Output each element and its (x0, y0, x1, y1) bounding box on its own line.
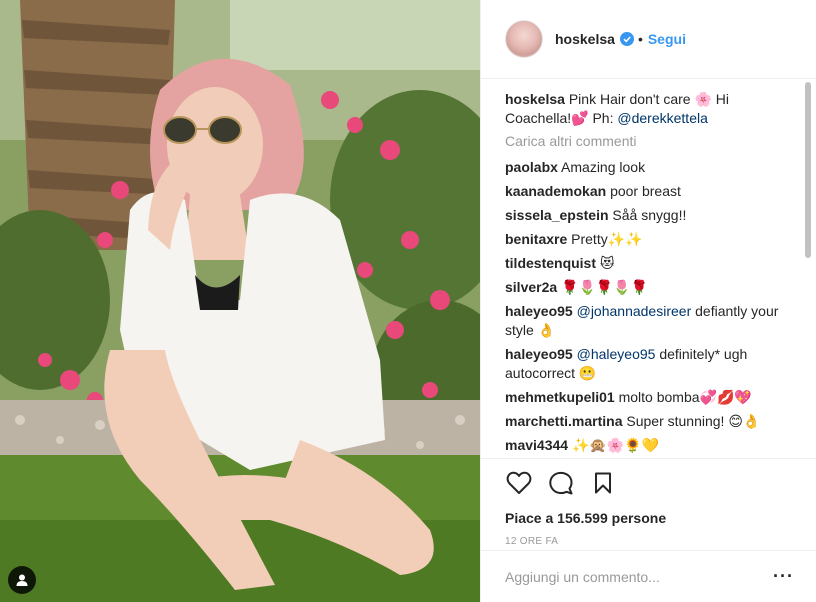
comment-username[interactable]: marchetti.martina (505, 413, 622, 429)
author-username[interactable]: hoskelsa (555, 31, 615, 47)
more-options-button[interactable]: ··· (773, 566, 793, 587)
load-more-comments-link[interactable]: Carica altri commenti (505, 133, 793, 149)
post-timestamp[interactable]: 12 ORE FA (505, 536, 793, 547)
comment-item: haleyeo95 @johannadesireer defiantly you… (505, 302, 793, 340)
like-button[interactable] (505, 469, 533, 497)
comment-username[interactable]: haleyeo95 (505, 303, 573, 319)
caption: hoskelsa Pink Hair don't care 🌸 Hi Coach… (505, 90, 793, 128)
save-button[interactable] (589, 469, 617, 497)
comment-username[interactable]: tildestenquist (505, 255, 596, 271)
comment-username[interactable]: sissela_epstein (505, 207, 609, 223)
comment-mention[interactable]: @johannadesireer (577, 303, 692, 319)
comment-text: Såå snygg!! (612, 207, 687, 223)
comment-item: marchetti.martina Super stunning! 😊👌 (505, 412, 793, 431)
comment-username[interactable]: mehmetkupeli01 (505, 389, 615, 405)
comment-button[interactable] (547, 469, 575, 497)
comment-item: sissela_epstein Såå snygg!! (505, 206, 793, 225)
post-header: hoskelsa • Segui (481, 0, 816, 79)
comment-text: ✨🙊🌸🌻💛 (571, 437, 660, 453)
comment-item: kaanademokan poor breast (505, 182, 793, 201)
photo-illustration (0, 0, 480, 602)
post-side-panel: hoskelsa • Segui hoskelsa Pink Hair don'… (480, 0, 816, 602)
action-icons-row (505, 469, 793, 497)
comment-item: benitaxre Pretty✨✨ (505, 230, 793, 249)
add-comment-bar: ··· (481, 550, 816, 602)
comment-item: paolabx Amazing look (505, 158, 793, 177)
caption-mention[interactable]: @derekkettela (617, 110, 707, 126)
comment-username[interactable]: kaanademokan (505, 183, 606, 199)
comment-text: Pretty✨✨ (571, 231, 643, 247)
follow-button[interactable]: Segui (648, 31, 686, 47)
bookmark-icon (595, 472, 611, 494)
comment-item: tildestenquist 😻 (505, 254, 793, 273)
avatar[interactable] (505, 20, 543, 58)
comment-text: molto bomba💞💋💖 (618, 389, 752, 405)
comment-mention[interactable]: @haleyeo95 (577, 346, 656, 362)
comment-item: mehmetkupeli01 molto bomba💞💋💖 (505, 388, 793, 407)
scrollbar-thumb[interactable] (805, 82, 811, 258)
caption-username[interactable]: hoskelsa (505, 91, 565, 107)
comment-username[interactable]: silver2a (505, 279, 557, 295)
comment-text: Super stunning! 😊👌 (626, 413, 761, 429)
heart-icon (506, 471, 532, 494)
comment-text: Amazing look (561, 159, 646, 175)
post-photo[interactable] (0, 0, 480, 602)
comment-text: poor breast (610, 183, 681, 199)
verified-badge-icon (619, 32, 634, 46)
comment-item: silver2a 🌹🌷🌹🌷🌹 (505, 278, 793, 297)
comment-input[interactable] (505, 568, 773, 585)
instagram-post-modal: hoskelsa • Segui hoskelsa Pink Hair don'… (0, 0, 816, 602)
likes-count[interactable]: Piace a 156.599 persone (505, 510, 793, 526)
user-tag-icon (16, 574, 28, 586)
comment-item: mavi4344 ✨🙊🌸🌻💛 (505, 436, 793, 455)
comment-username[interactable]: mavi4344 (505, 437, 568, 453)
tag-people-button[interactable] (8, 566, 36, 594)
header-separator: • (637, 31, 643, 47)
comments-scrollbar[interactable] (804, 80, 812, 458)
comment-username[interactable]: haleyeo95 (505, 346, 573, 362)
comment-username[interactable]: benitaxre (505, 231, 567, 247)
comment-text: 😻 (599, 255, 615, 271)
comment-text: 🌹🌷🌹🌷🌹 (561, 279, 649, 295)
comment-username[interactable]: paolabx (505, 159, 558, 175)
comment-bubble-icon (549, 471, 573, 495)
comments-list[interactable]: hoskelsa Pink Hair don't care 🌸 Hi Coach… (481, 80, 816, 458)
comment-item: haleyeo95 @haleyeo95 definitely* ugh aut… (505, 345, 793, 383)
